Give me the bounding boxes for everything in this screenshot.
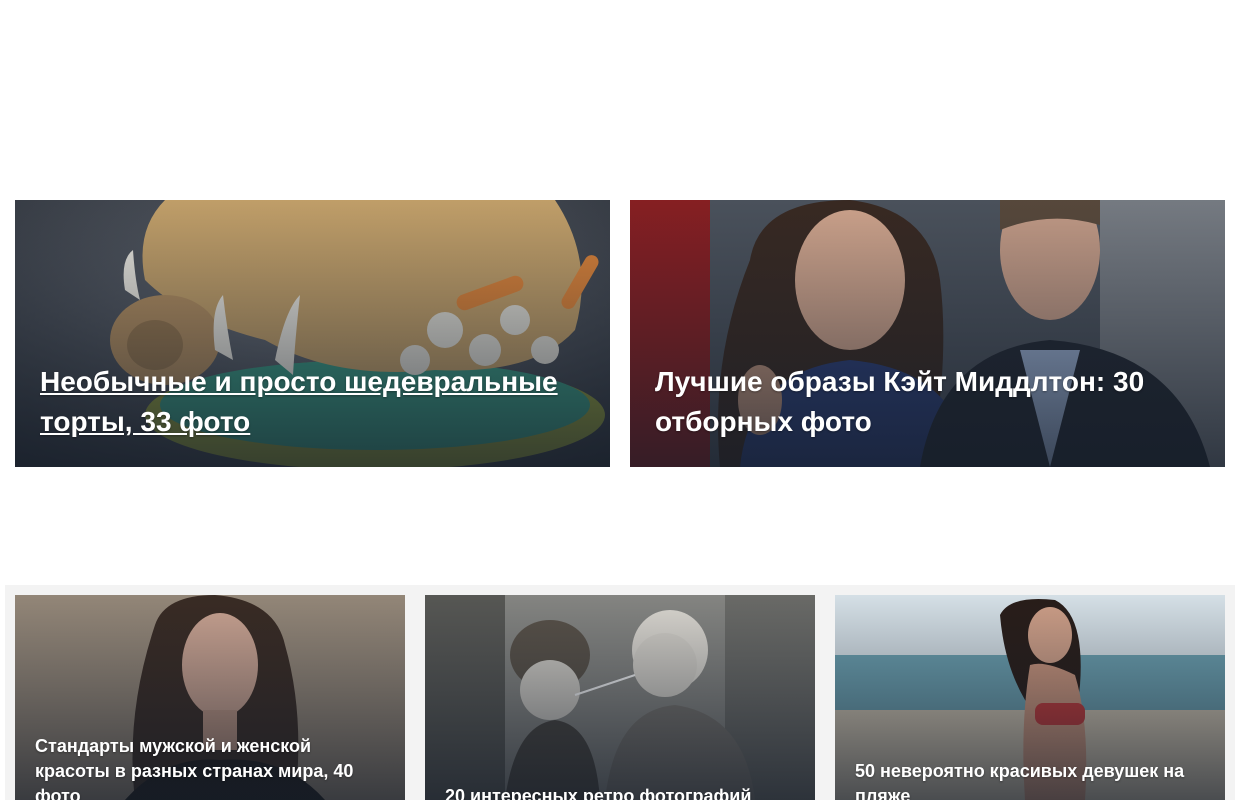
card-title[interactable]: 20 интересных ретро фотографий (445, 784, 795, 800)
article-card-retro[interactable]: 20 интересных ретро фотографий (425, 595, 815, 800)
card-overlay (425, 595, 815, 800)
card-title[interactable]: Необычные и просто шедевральные торты, 3… (40, 362, 585, 442)
article-card-cakes[interactable]: Необычные и просто шедевральные торты, 3… (15, 200, 610, 467)
card-title[interactable]: Лучшие образы Кэйт Миддлтон: 30 отборных… (655, 362, 1200, 442)
article-card-kate[interactable]: Лучшие образы Кэйт Миддлтон: 30 отборных… (630, 200, 1225, 467)
article-card-beauty[interactable]: Стандарты мужской и женской красоты в ра… (15, 595, 405, 800)
card-title[interactable]: 50 невероятно красивых девушек на пляже (855, 759, 1205, 800)
card-title[interactable]: Стандарты мужской и женской красоты в ра… (35, 734, 385, 800)
article-card-beach[interactable]: 50 невероятно красивых девушек на пляже (835, 595, 1225, 800)
